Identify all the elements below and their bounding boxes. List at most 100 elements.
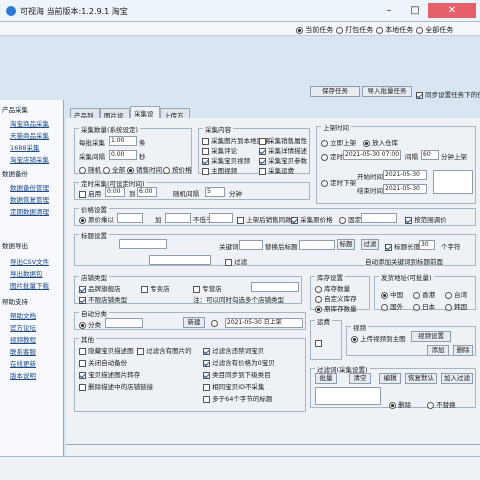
content-check[interactable]: 采集详情描述 (259, 145, 307, 155)
content-check[interactable]: 采集运费 (259, 165, 294, 175)
sidebar-item[interactable]: 在线更新 (10, 358, 36, 368)
maximize-button[interactable]: □ (402, 3, 428, 18)
other-check[interactable]: 类目同步到下级类目 (203, 369, 271, 379)
radio-all-task[interactable]: 全部任务 (416, 25, 453, 35)
filter-clear-button[interactable]: 清空 (349, 373, 371, 384)
price-rate-radio[interactable]: 原价 (79, 214, 101, 224)
import-batch-button[interactable]: 导入批量任务 (362, 86, 412, 97)
end-time-input[interactable]: 2021-05-30 (383, 184, 427, 194)
price-fixed-radio[interactable]: 固定 (339, 214, 361, 224)
delay-input[interactable]: 0.00 (109, 150, 137, 160)
ship-radio-kr[interactable]: 韩国 (445, 301, 467, 311)
other-check[interactable]: 隐藏宝贝描述图 (79, 345, 134, 355)
content-check[interactable]: 采集宝贝参数 (259, 155, 307, 165)
ship-radio-foreign[interactable]: 国外 (381, 301, 403, 311)
collect-opt-price[interactable]: 按价格 (163, 164, 192, 174)
ship-radio-hk[interactable]: 香港 (413, 289, 435, 299)
category-input[interactable] (105, 318, 143, 328)
filter-word-check[interactable]: 过滤 (225, 256, 247, 266)
upload-now-radio[interactable]: 立即上架 (321, 137, 356, 147)
ship-radio-tw[interactable]: 台湾 (445, 289, 467, 299)
radio-local-task[interactable]: 本地任务 (376, 25, 413, 35)
store-check-exclusive[interactable]: 专卖店 (141, 283, 170, 293)
title-button-2[interactable]: 过滤 (361, 239, 379, 250)
category-date-input[interactable]: 2021-05-30 日上架 (225, 318, 303, 328)
filter-keep-radio[interactable]: 不替换 (427, 399, 456, 409)
sidebar-item[interactable]: 导出CSV文件 (10, 256, 49, 266)
auto-category-radio[interactable]: 分类 (79, 319, 101, 329)
collect-opt-all[interactable]: 全部 (103, 164, 125, 174)
stock-radio-1[interactable]: 库存数量 (315, 283, 350, 293)
other-check[interactable]: 多于64个字节的标题 (203, 393, 272, 403)
sidebar-item[interactable]: 联系客服 (10, 346, 36, 356)
sidebar-item[interactable]: 官方论坛 (10, 322, 36, 332)
stock-radio-3[interactable]: 原库存数量 (315, 303, 357, 313)
ship-radio-jp[interactable]: 日本 (413, 301, 435, 311)
price-check-c[interactable]: 按范围调价 (405, 214, 447, 224)
content-check[interactable]: 采集宝贝视频 (202, 155, 250, 165)
filter-batch-button[interactable]: 批量 (315, 373, 337, 384)
sidebar-group-help[interactable]: 帮助支持 (2, 296, 62, 306)
sidebar-item[interactable]: 淘宝店铺采集 (10, 154, 49, 164)
title-limit-input[interactable]: 30 (419, 240, 435, 250)
price-check-b[interactable]: 采集原价格 (291, 214, 333, 224)
title-replace-input[interactable] (299, 240, 335, 250)
schedule-end-input[interactable]: 6:00 (137, 187, 157, 197)
other-check[interactable]: 宝贝描述图片转存 (79, 369, 140, 379)
sidebar-item[interactable]: 导出数据包 (10, 268, 43, 278)
sidebar-item[interactable]: 天猫商品采集 (10, 130, 49, 140)
close-button[interactable]: ✕ (428, 3, 476, 18)
sidebar-item[interactable]: 定期数据清理 (10, 206, 49, 216)
price-add-input[interactable] (165, 213, 191, 223)
collect-opt-random[interactable]: 随机 (79, 164, 101, 174)
ship-radio-china[interactable]: 中国 (381, 289, 403, 299)
sidebar-item[interactable]: 帮助文档 (10, 310, 36, 320)
sidebar-item[interactable]: 图片批量下载 (10, 280, 49, 290)
other-check[interactable]: 过滤含有价格为0宝贝 (203, 357, 275, 367)
filter-text-area[interactable] (315, 387, 381, 405)
sidebar-item[interactable]: 淘宝商品采集 (10, 118, 49, 128)
price-check-a[interactable]: 上架后销售同款 (237, 214, 292, 224)
title-prefix-input[interactable] (119, 239, 167, 249)
content-check[interactable]: 主图视频 (202, 165, 237, 175)
store-check-specialty[interactable]: 专营店 (193, 283, 222, 293)
auto-new-radio[interactable] (211, 319, 218, 327)
schedule-enable-check[interactable]: 启用 (79, 188, 101, 198)
video-delete-button[interactable]: 删除 (453, 345, 473, 356)
timed-offline-radio[interactable]: 定时下架 (321, 177, 356, 187)
other-check[interactable]: 过滤含有图片的 (137, 345, 192, 355)
sidebar-item[interactable]: 数据备份管理 (10, 182, 49, 192)
sync-task-checkbox[interactable]: 同步设置任务下的任务 (416, 89, 480, 99)
sidebar-item[interactable]: 版本说明 (10, 370, 36, 380)
store-check-unlimited[interactable]: 不限店铺类型 (79, 294, 127, 304)
other-check[interactable]: 关闭自动备份 (79, 357, 127, 367)
save-task-button[interactable]: 保存任务 (310, 86, 360, 97)
content-check[interactable]: 采集销售属性 (259, 135, 307, 145)
other-check[interactable]: 过滤含违禁词宝贝 (203, 345, 264, 355)
sidebar-group-backup[interactable]: 数据备份 (2, 168, 62, 178)
store-check-flagship[interactable]: 品牌旗舰店 (79, 283, 121, 293)
filter-edit-button[interactable]: 编辑 (379, 373, 401, 384)
title-limit-check[interactable]: 标题长度 (385, 241, 420, 251)
time-list[interactable] (433, 170, 473, 194)
timed-date-input[interactable]: 2021-05-30 07:00 (343, 150, 401, 160)
price-fixed-input[interactable] (361, 213, 397, 223)
store-value-input[interactable] (251, 282, 299, 292)
schedule-start-input[interactable]: 0:00 (105, 187, 125, 197)
video-radio[interactable]: 上传视频到主图 (351, 333, 406, 343)
upload-warehouse-radio[interactable]: 放入仓库 (363, 137, 398, 147)
sidebar-item[interactable]: 1688采集 (10, 142, 40, 152)
radio-pack-task[interactable]: 打包任务 (336, 25, 373, 35)
title-suffix-input[interactable] (149, 255, 211, 265)
filter-add-button[interactable]: 加入过滤 (441, 373, 473, 384)
video-settings-button[interactable]: 视频设置 (411, 331, 451, 342)
minimize-button[interactable]: – (376, 3, 402, 18)
shipping-template-check[interactable] (315, 339, 322, 347)
new-category-button[interactable]: 新建 (183, 317, 205, 328)
other-check[interactable]: 删除描述中的店铺链接 (79, 381, 153, 391)
collect-opt-sales[interactable]: 销售时间 (127, 164, 162, 174)
price-min-input[interactable] (209, 213, 233, 223)
interval-input[interactable]: 60 (421, 150, 439, 160)
sidebar-group-collect[interactable]: 产品采集 (2, 104, 62, 114)
count-input[interactable]: 1.00 (109, 136, 137, 146)
